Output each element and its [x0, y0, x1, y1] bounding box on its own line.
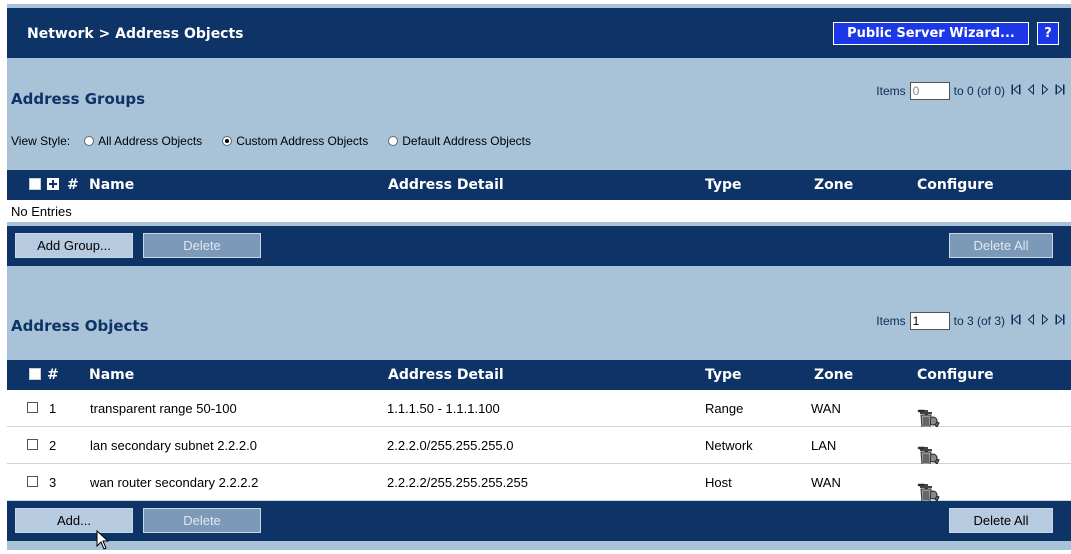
row-detail: 1.1.1.50 - 1.1.1.100 — [387, 401, 500, 416]
objects-items-input[interactable] — [909, 312, 950, 330]
objects-col-type[interactable]: Type — [705, 367, 742, 383]
objects-col-detail[interactable]: Address Detail — [388, 367, 504, 383]
row-detail: 2.2.2.0/255.255.255.0 — [387, 438, 514, 453]
no-entries-text: No Entries — [11, 204, 72, 219]
groups-items-label: Items — [876, 84, 906, 98]
help-button[interactable]: ? — [1037, 22, 1059, 45]
radio-all-address-objects[interactable] — [84, 136, 95, 146]
row-number: 2 — [49, 438, 57, 453]
objects-col-zone[interactable]: Zone — [814, 367, 853, 383]
row-zone: LAN — [811, 438, 837, 453]
row-type: Host — [705, 475, 732, 490]
add-object-button[interactable]: Add... — [15, 508, 133, 533]
groups-items-input[interactable] — [909, 82, 950, 100]
objects-select-all-checkbox[interactable] — [29, 368, 41, 380]
objects-button-bar: Add... Delete Delete All — [7, 501, 1071, 541]
prev-page-icon[interactable] — [1027, 313, 1035, 328]
row-detail: 2.2.2.2/255.255.255.255 — [387, 475, 528, 490]
groups-col-hash: # — [67, 177, 79, 193]
objects-delete-all-button[interactable]: Delete All — [949, 508, 1053, 533]
view-style-selector: View Style: All Address Objects Custom A… — [11, 134, 537, 148]
groups-pager: Items to 0 (of 0) — [876, 81, 1065, 101]
groups-button-bar: Add Group... Delete Delete All — [7, 226, 1071, 266]
row-type: Range — [705, 401, 744, 416]
row-name: wan router secondary 2.2.2.2 — [90, 475, 259, 490]
objects-range-text: to 3 (of 3) — [953, 314, 1005, 328]
groups-col-name[interactable]: Name — [89, 177, 134, 193]
public-server-wizard-button[interactable]: Public Server Wizard... — [833, 22, 1029, 45]
row-name: lan secondary subnet 2.2.2.0 — [90, 438, 257, 453]
row-zone: WAN — [811, 475, 841, 490]
row-checkbox[interactable] — [27, 439, 38, 450]
radio-label-default: Default Address Objects — [402, 134, 531, 148]
radio-custom-address-objects[interactable] — [222, 136, 233, 146]
groups-col-detail[interactable]: Address Detail — [388, 177, 504, 193]
row-checkbox[interactable] — [27, 402, 38, 413]
last-page-icon[interactable] — [1055, 314, 1065, 328]
first-page-icon[interactable] — [1011, 84, 1021, 98]
row-number: 1 — [49, 401, 57, 416]
row-number: 3 — [49, 475, 57, 490]
title-bar: Network > Address Objects Public Server … — [7, 8, 1071, 58]
address-objects-title: Address Objects — [11, 317, 149, 335]
table-row: 3 wan router secondary 2.2.2.2 2.2.2.2/2… — [7, 464, 1071, 503]
view-style-label: View Style: — [11, 134, 71, 148]
row-type: Network — [705, 438, 753, 453]
row-checkbox[interactable] — [27, 476, 38, 487]
objects-col-name[interactable]: Name — [89, 367, 134, 383]
address-groups-title: Address Groups — [11, 90, 146, 108]
radio-default-address-objects[interactable] — [388, 136, 399, 146]
groups-col-configure: Configure — [917, 177, 994, 193]
objects-pager: Items to 3 (of 3) — [876, 311, 1065, 331]
next-page-icon[interactable] — [1041, 83, 1049, 98]
groups-table-header: # Name Address Detail Type Zone Configur… — [7, 170, 1071, 200]
next-page-icon[interactable] — [1041, 313, 1049, 328]
objects-delete-button[interactable]: Delete — [143, 508, 261, 533]
objects-items-label: Items — [876, 314, 906, 328]
groups-select-all-checkbox[interactable] — [29, 178, 41, 190]
groups-delete-button[interactable]: Delete — [143, 233, 261, 258]
row-name: transparent range 50-100 — [90, 401, 237, 416]
radio-label-all: All Address Objects — [98, 134, 203, 148]
table-row: 1 transparent range 50-100 1.1.1.50 - 1.… — [7, 390, 1071, 429]
last-page-icon[interactable] — [1055, 84, 1065, 98]
objects-table-header: # Name Address Detail Type Zone Configur… — [7, 360, 1071, 390]
mouse-cursor-icon — [96, 529, 110, 554]
page-title: Network > Address Objects — [27, 26, 244, 42]
groups-range-text: to 0 (of 0) — [953, 84, 1005, 98]
groups-delete-all-button[interactable]: Delete All — [949, 233, 1053, 258]
radio-label-custom: Custom Address Objects — [236, 134, 369, 148]
objects-col-hash: # — [47, 367, 59, 383]
groups-empty-row: No Entries — [7, 200, 1071, 222]
row-zone: WAN — [811, 401, 841, 416]
table-row: 2 lan secondary subnet 2.2.2.0 2.2.2.0/2… — [7, 427, 1071, 466]
first-page-icon[interactable] — [1011, 314, 1021, 328]
objects-col-configure: Configure — [917, 367, 994, 383]
page: Network > Address Objects Public Server … — [7, 4, 1071, 550]
groups-col-zone[interactable]: Zone — [814, 177, 853, 193]
expand-all-icon[interactable] — [47, 178, 59, 190]
groups-col-type[interactable]: Type — [705, 177, 742, 193]
prev-page-icon[interactable] — [1027, 83, 1035, 98]
add-group-button[interactable]: Add Group... — [15, 233, 133, 258]
